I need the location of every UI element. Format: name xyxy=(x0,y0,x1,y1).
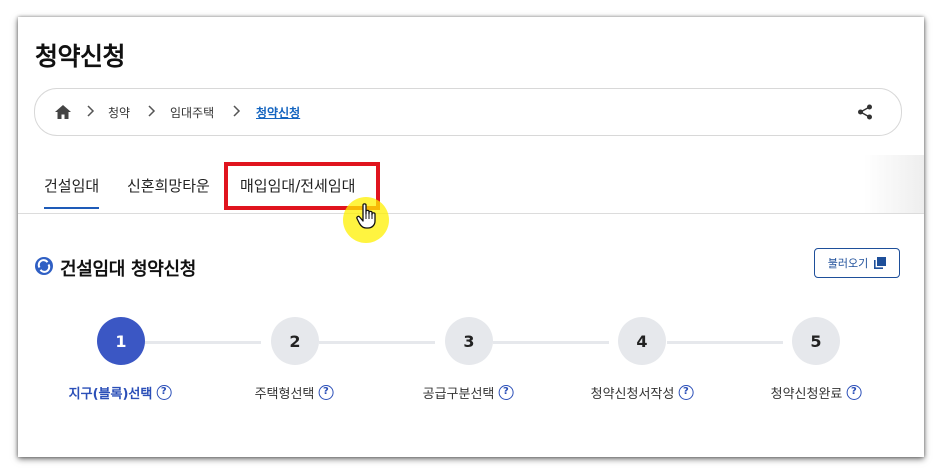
step-3-label: 공급구분선택 ? xyxy=(423,383,514,402)
step-connector xyxy=(667,341,783,344)
step-5-label: 청약신청완료 ? xyxy=(771,383,862,402)
step-2-circle: 2 xyxy=(271,317,319,365)
breadcrumb-item-apply[interactable]: 청약 xyxy=(108,104,130,121)
step-connector xyxy=(319,341,435,344)
load-button-label: 불러오기 xyxy=(827,257,869,270)
step-2-text: 주택형선택 xyxy=(254,387,315,402)
tab-scroll-fade xyxy=(864,155,924,213)
breadcrumb: 청약 임대주택 청약신청 xyxy=(34,88,902,136)
chevron-right-icon xyxy=(148,105,156,117)
tab-construction-rental[interactable]: 건설임대 xyxy=(44,175,100,209)
tab-newlywed-hope-town[interactable]: 신혼희망타운 xyxy=(127,175,210,196)
page-title: 청약신청 xyxy=(35,42,126,71)
progress-stepper: 1 2 3 4 5 지구(블록)선택 ? 주택형선택 ? 공급구분선택 ? 청약… xyxy=(18,317,924,407)
step-connector xyxy=(145,341,261,344)
refresh-circle-icon xyxy=(35,257,53,275)
step-1-text: 지구(블록)선택 xyxy=(68,387,153,402)
step-1-label: 지구(블록)선택 ? xyxy=(69,383,172,402)
help-icon[interactable]: ? xyxy=(846,385,862,400)
main-panel: 청약신청 청약 임대주택 청약신청 건설임대 신혼희망타운 매입임대/전세임대 xyxy=(18,17,924,457)
help-icon[interactable]: ? xyxy=(498,385,514,400)
step-3-text: 공급구분선택 xyxy=(422,387,495,402)
step-5-text: 청약신청완료 xyxy=(770,387,843,402)
share-icon[interactable] xyxy=(857,104,873,120)
help-icon[interactable]: ? xyxy=(318,385,334,400)
help-icon[interactable]: ? xyxy=(156,385,172,400)
breadcrumb-item-current[interactable]: 청약신청 xyxy=(256,104,300,121)
step-4-text: 청약신청서작성 xyxy=(590,387,675,402)
hand-pointer-icon xyxy=(356,203,376,229)
step-3-circle: 3 xyxy=(445,317,493,365)
home-icon[interactable] xyxy=(55,105,71,119)
copy-icon xyxy=(874,257,887,269)
chevron-right-icon xyxy=(233,105,241,117)
section-title: 건설임대 청약신청 xyxy=(60,259,197,280)
help-icon[interactable]: ? xyxy=(678,385,694,400)
step-2-label: 주택형선택 ? xyxy=(255,383,334,402)
tab-bar: 건설임대 신혼희망타운 매입임대/전세임대 xyxy=(18,155,924,214)
step-connector xyxy=(493,341,609,344)
load-button[interactable]: 불러오기 xyxy=(814,248,900,278)
chevron-right-icon xyxy=(87,105,95,117)
step-4-label: 청약신청서작성 ? xyxy=(591,383,694,402)
step-5-circle: 5 xyxy=(792,317,840,365)
breadcrumb-item-rental[interactable]: 임대주택 xyxy=(170,104,214,121)
step-1-circle: 1 xyxy=(97,317,145,365)
step-4-circle: 4 xyxy=(618,317,666,365)
